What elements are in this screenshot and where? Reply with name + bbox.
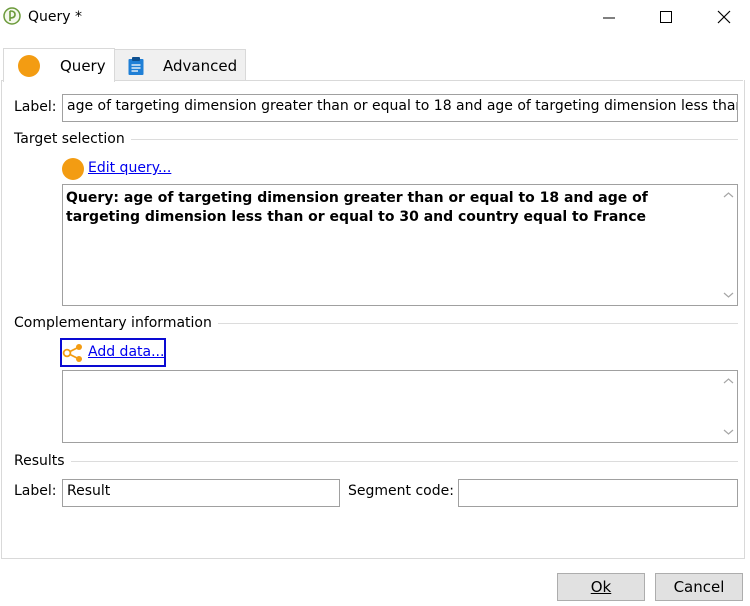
clipboard-icon (128, 56, 144, 75)
result-label-caption: Label: (14, 483, 57, 499)
complementary-scrollbar[interactable] (720, 371, 737, 442)
minimize-button[interactable] (586, 0, 632, 34)
edit-query-link[interactable]: Edit query... (88, 160, 171, 176)
ok-button-label: Ok (590, 578, 612, 596)
label-caption: Label: (14, 99, 57, 115)
share-icon (62, 344, 82, 362)
scroll-up-icon[interactable] (723, 377, 734, 385)
label-input[interactable]: age of targeting dimension greater than … (62, 94, 738, 122)
query-summary-scrollbar[interactable] (720, 185, 737, 305)
target-selection-title: Target selection (14, 131, 125, 147)
scroll-down-icon[interactable] (723, 428, 734, 436)
query-summary-text: Query: age of targeting dimension greate… (66, 190, 648, 225)
complementary-title: Complementary information (14, 315, 212, 331)
maximize-icon (660, 11, 672, 23)
complementary-box[interactable] (62, 370, 738, 443)
query-circle-icon (18, 54, 40, 77)
title-bar: Query * (0, 0, 750, 36)
result-label-input[interactable]: Result (62, 479, 340, 507)
add-data-link[interactable]: Add data... (88, 344, 164, 360)
target-selection-header: Target selection (14, 129, 738, 149)
tab-query-label: Query (60, 56, 106, 75)
tab-advanced-label: Advanced (163, 56, 238, 75)
window-title: Query * (28, 9, 82, 25)
ok-button[interactable]: Ok (557, 573, 645, 601)
section-divider (130, 138, 738, 140)
minimize-icon (603, 17, 615, 19)
app-icon (3, 7, 21, 25)
query-summary-box[interactable]: Query: age of targeting dimension greate… (62, 184, 738, 306)
close-icon (717, 10, 731, 24)
close-button[interactable] (701, 0, 747, 34)
segment-code-input[interactable] (458, 479, 738, 507)
complementary-header: Complementary information (14, 313, 738, 333)
scroll-up-icon[interactable] (723, 191, 734, 199)
tab-query[interactable]: Query (3, 48, 115, 82)
cancel-button-label: Cancel (673, 578, 725, 596)
maximize-button[interactable] (643, 0, 689, 34)
edit-query-icon (62, 158, 84, 180)
scroll-down-icon[interactable] (723, 291, 734, 299)
section-divider (217, 322, 738, 324)
cancel-button[interactable]: Cancel (655, 573, 743, 601)
results-title: Results (14, 453, 65, 469)
section-divider (70, 460, 738, 462)
tab-advanced[interactable]: Advanced (113, 49, 246, 81)
results-header: Results (14, 451, 738, 471)
segment-code-caption: Segment code: (348, 483, 454, 499)
